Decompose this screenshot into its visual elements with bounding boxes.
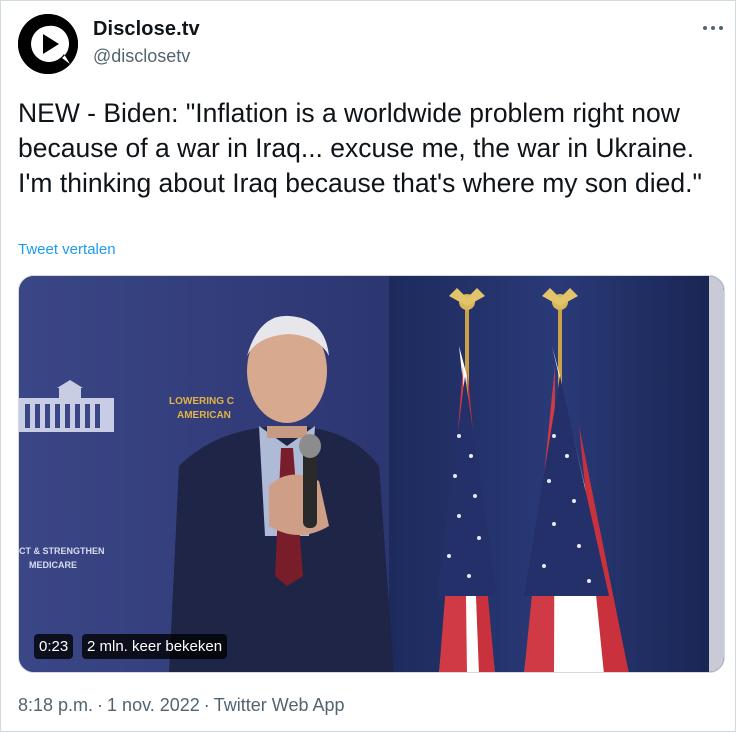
video-views-badge: 2 mln. keer bekeken bbox=[82, 634, 228, 659]
video-duration-badge: 0:23 bbox=[34, 634, 74, 659]
meta-separator: · bbox=[203, 695, 210, 715]
backdrop-text-bottom-2: MEDICARE bbox=[29, 560, 77, 570]
backdrop-text-bottom-1: CT & STRENGTHEN bbox=[19, 546, 105, 556]
disclose-play-logo-icon bbox=[18, 14, 78, 74]
tweet-meta: 8:18 p.m. · 1 nov. 2022 · Twitter Web App bbox=[18, 695, 345, 716]
video-thumbnail: LOWERING C AMERICAN CT & STRENGTHEN MEDI… bbox=[19, 276, 724, 672]
tweet-source[interactable]: Twitter Web App bbox=[214, 695, 345, 715]
translate-tweet-link[interactable]: Tweet vertalen bbox=[18, 241, 116, 258]
display-name[interactable]: Disclose.tv bbox=[93, 18, 200, 41]
tweet-text: NEW - Biden: "Inflation is a worldwide p… bbox=[18, 98, 702, 198]
tweet-date[interactable]: 1 nov. 2022 bbox=[107, 695, 200, 715]
video-player[interactable]: LOWERING C AMERICAN CT & STRENGTHEN MEDI… bbox=[18, 275, 725, 673]
backdrop-text-top-1: LOWERING C bbox=[169, 396, 234, 407]
backdrop-text-top-2: AMERICAN bbox=[177, 410, 231, 421]
account-handle[interactable]: @disclosetv bbox=[93, 46, 190, 67]
more-dots-icon[interactable] bbox=[701, 17, 725, 37]
meta-separator: · bbox=[97, 695, 104, 715]
tweet-time[interactable]: 8:18 p.m. bbox=[18, 695, 93, 715]
avatar[interactable] bbox=[18, 14, 78, 74]
tweet-card: Disclose.tv @disclosetv NEW - Biden: "In… bbox=[0, 0, 736, 732]
